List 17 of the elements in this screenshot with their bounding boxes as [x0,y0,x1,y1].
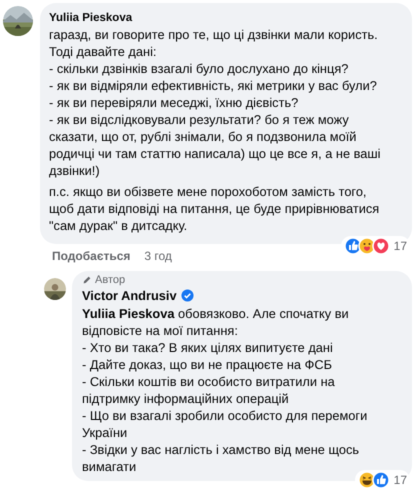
comment-text: п.с. якщо ви обізвете мене порохоботом замість того, щоб дати відповіді на питання, це буде прирівнюватися "сам дурак" в дитсадку. [49,183,380,234]
reaction-count: 17 [394,473,407,487]
pencil-icon [82,275,92,285]
like-link[interactable]: Подобається [52,249,130,263]
author-name[interactable]: Victor Andrusiv [82,288,177,303]
mention-link[interactable]: Yuliia Pieskova [82,306,174,321]
author-name[interactable]: Yuliia Pieskova [49,12,132,24]
reaction-count: 17 [394,239,407,253]
author-label: Автор [95,274,126,286]
hug-emoji-icon [358,237,376,255]
reaction-summary[interactable]: 17 [354,470,410,490]
thumbs-up-icon [372,471,390,489]
reaction-summary[interactable]: 17 [340,236,410,256]
comment-text: гаразд, ви говорите про те, що ці дзвінки мали користь. Тоді давайте дані: - скільки дзвінків взагалі було дослухано до кінця? - як ви відміряли ефективність, які метрики у вас були? - як ви перевіряли меседжі, їхню дієвість? - як ви відслідковували результати? бо я теж можу сказати, що от, рублі знімали, бо я подзвонила моїй родичці чи там статтю написала) що це все я, а не ваші дзвінки!) [49,26,382,179]
timestamp-link[interactable]: 3 год [144,249,172,263]
thumbs-up-icon [344,237,362,255]
laughing-emoji-icon [358,471,376,489]
